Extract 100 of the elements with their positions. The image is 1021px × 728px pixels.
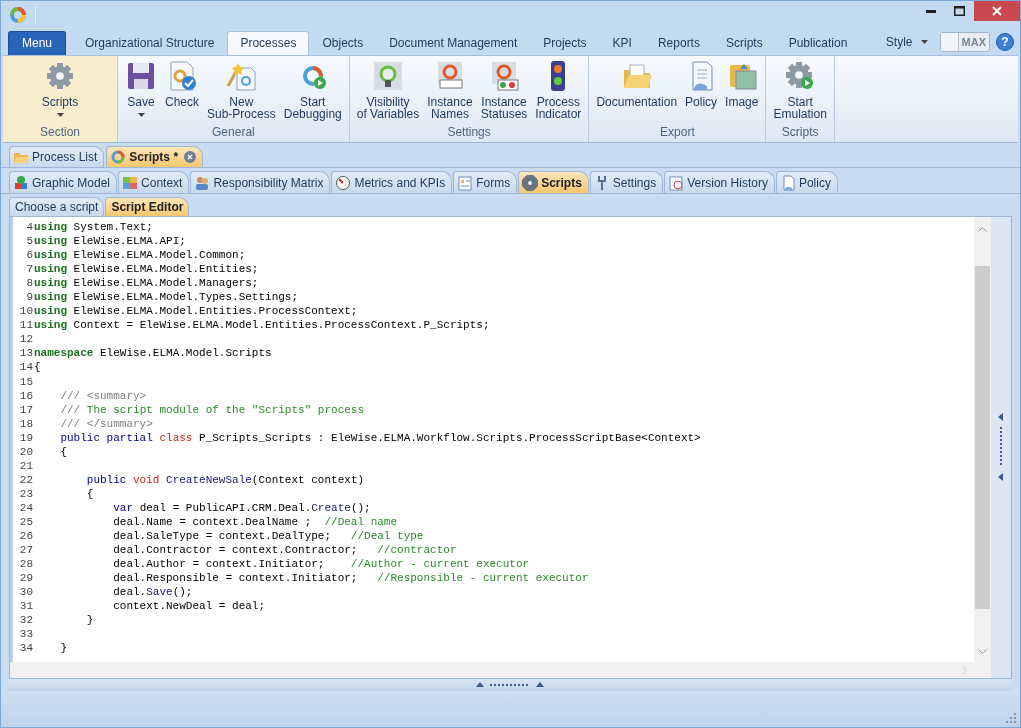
puzzle-icon — [122, 174, 139, 191]
tab[interactable]: Scripts * — [106, 146, 204, 167]
line-number: 27 — [18, 543, 33, 558]
code-line: var deal = PublicAPI.CRM.Deal.Create(); — [112, 500, 372, 515]
help-button[interactable]: ? — [996, 33, 1014, 51]
people-icon — [194, 174, 211, 191]
code-line: using Context = EleWise.ELMA.Model.Entities.ProcessContext.P_Scripts; — [34, 318, 491, 333]
code-line: { — [59, 444, 68, 459]
close-icon — [992, 6, 1002, 16]
menu-tab[interactable]: Processes — [227, 31, 310, 55]
horizontal-scrollbar[interactable] — [10, 662, 991, 678]
tab[interactable]: Settings — [589, 171, 664, 193]
ribbon-button[interactable]: New Sub-Process — [203, 58, 280, 124]
code-line: deal.Save(); — [112, 585, 194, 600]
line-number: 24 — [18, 500, 33, 515]
tab[interactable]: Context — [118, 171, 190, 193]
line-number: 13 — [18, 346, 33, 361]
style-menu[interactable]: Style — [885, 33, 928, 51]
code-line: } — [59, 641, 68, 656]
line-number: 20 — [18, 444, 33, 459]
line-number: 6 — [25, 248, 33, 263]
ribbon-button[interactable]: Process Indicator — [531, 58, 586, 124]
scroll-right-icon[interactable] — [962, 665, 967, 675]
menu-tab[interactable]: Reports — [644, 31, 713, 55]
line-number: 33 — [18, 627, 33, 642]
tab[interactable]: Scripts — [518, 171, 589, 193]
ribbon-button[interactable]: Policy — [681, 58, 722, 124]
line-number: 26 — [18, 529, 33, 544]
gear-icon — [44, 60, 76, 92]
line-number: 30 — [18, 585, 33, 600]
minimize-icon — [925, 9, 936, 13]
code-line: deal.Name = context.DealName ; //Deal name — [112, 515, 399, 530]
code-line: /// </summary> — [59, 416, 154, 431]
line-number: 22 — [18, 472, 33, 487]
ribbon-button[interactable]: Save — [121, 58, 161, 124]
tab[interactable]: Metrics and KPIs — [331, 171, 453, 193]
code-line: deal.Responsible = context.Initiator; //Responsible - current executor — [112, 571, 590, 586]
vertical-scrollbar[interactable] — [974, 217, 991, 662]
menu-tab[interactable]: Objects — [309, 31, 377, 55]
line-number: 15 — [18, 374, 33, 389]
tab[interactable]: Process List — [9, 146, 105, 167]
light-bulb-icon — [372, 60, 404, 92]
tab[interactable]: Responsibility Matrix — [190, 171, 331, 193]
line-number: 16 — [18, 388, 33, 403]
scrollbar-thumb[interactable] — [975, 266, 990, 609]
resize-grip-icon[interactable] — [1006, 713, 1016, 723]
cycle-icon — [110, 149, 127, 165]
menu-tab[interactable]: Projects — [530, 31, 600, 55]
line-number: 10 — [18, 304, 33, 319]
ribbon-button[interactable]: Documentation — [592, 58, 682, 124]
tab[interactable]: Forms — [453, 171, 518, 193]
line-number: 17 — [18, 402, 33, 417]
menu-tab[interactable]: Scripts — [712, 31, 776, 55]
menu-button[interactable]: Menu — [8, 31, 67, 55]
tab[interactable]: Choose a script — [9, 197, 105, 216]
app-logo-icon — [9, 6, 27, 24]
line-number: 21 — [18, 458, 33, 473]
line-number: 23 — [18, 486, 33, 501]
history-icon — [668, 174, 685, 191]
close-icon[interactable] — [184, 151, 197, 163]
group-label: Scripts — [780, 124, 820, 141]
menu-tab[interactable]: Document Management — [376, 31, 531, 55]
code-line: { — [34, 360, 42, 375]
menu-tab[interactable]: KPI — [599, 31, 645, 55]
code-line: context.NewDeal = deal; — [112, 599, 267, 614]
code-line: namespace EleWise.ELMA.Model.Scripts — [34, 346, 273, 361]
menu-tab[interactable]: Publication — [775, 31, 861, 55]
group-label: Settings — [446, 124, 492, 141]
tab[interactable]: Graphic Model — [9, 171, 118, 193]
code-line: deal.SaleType = context.DealType; //Deal type — [112, 529, 425, 544]
line-number: 9 — [25, 290, 33, 305]
tab[interactable]: Script Editor — [105, 197, 190, 216]
line-number: 4 — [25, 220, 33, 235]
close-button[interactable] — [974, 1, 1020, 21]
ribbon-button[interactable]: Scripts — [37, 58, 83, 124]
ribbon-button[interactable]: Instance Names — [423, 58, 477, 124]
splitter-handle-icon[interactable] — [475, 682, 546, 688]
ribbon-button[interactable]: Start Debugging — [279, 58, 346, 124]
line-number: 29 — [18, 571, 33, 586]
tab[interactable]: Policy — [775, 171, 838, 193]
ribbon-button[interactable]: Visibility of Variables — [352, 58, 424, 124]
code-line: using EleWise.ELMA.Model.Entities; — [34, 262, 260, 277]
caret-icon — [920, 40, 928, 44]
menu-tab[interactable]: Organizational Structure — [72, 31, 228, 55]
line-number: 18 — [18, 416, 33, 431]
code-line: using System.Text; — [34, 220, 154, 235]
ribbon-button[interactable]: Instance Statuses — [476, 58, 532, 124]
scroll-up-icon[interactable] — [978, 227, 987, 232]
line-number: 7 — [25, 262, 33, 277]
shapes-icon — [13, 174, 29, 191]
tab[interactable]: Version History — [664, 171, 775, 193]
ribbon-button[interactable]: Image — [721, 58, 763, 124]
maximize-icon — [954, 6, 965, 16]
line-number: 14 — [18, 360, 33, 375]
ribbon-button[interactable]: Start Emulation — [769, 58, 831, 124]
splitter-handle-icon[interactable] — [998, 412, 1004, 483]
line-number: 25 — [18, 515, 33, 530]
scroll-down-icon[interactable] — [978, 649, 987, 654]
ribbon-button[interactable]: Check — [161, 58, 203, 124]
line-number: 19 — [18, 430, 33, 445]
